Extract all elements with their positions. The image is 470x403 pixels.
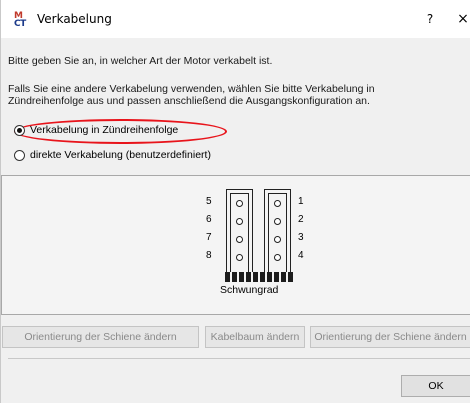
cylinder-label: 2 [298, 214, 304, 225]
cylinder-label: 6 [206, 214, 212, 225]
engine-diagram: 5 6 7 8 1 2 3 4 [206, 189, 304, 282]
wiring-dialog: M CT Verkabelung ? × Bitte geben Sie an,… [0, 0, 470, 403]
cylinder-bank-right [264, 189, 291, 278]
cylinder-6-icon [236, 218, 243, 225]
engine-diagram-panel: 5 6 7 8 1 2 3 4 Schwungrad [1, 175, 470, 315]
cylinder-bank-right-inner [268, 193, 287, 274]
change-harness-button[interactable]: Kabelbaum ändern [205, 326, 305, 348]
app-logo-icon: M CT [14, 12, 30, 29]
cylinder-8-icon [236, 254, 243, 261]
cylinder-label: 5 [206, 196, 212, 207]
intro-text: Bitte geben Sie an, in welcher Art der M… [8, 55, 273, 67]
cylinder-bank-left [226, 189, 253, 278]
cylinder-label: 7 [206, 232, 212, 243]
window-title: Verkabelung [37, 12, 112, 26]
app-logo-bottom: CT [14, 19, 26, 29]
cylinder-label: 3 [298, 232, 304, 243]
cylinder-bank-left-inner [230, 193, 249, 274]
cylinder-label: 1 [298, 196, 304, 207]
note-text-line2: Zündreihenfolge aus und passen anschließ… [8, 95, 370, 107]
radio-firing-order[interactable]: Verkabelung in Zündreihenfolge [14, 122, 178, 138]
close-button[interactable]: × [453, 8, 470, 30]
cylinder-label: 4 [298, 250, 304, 261]
dialog-content: Bitte geben Sie an, in welcher Art der M… [1, 38, 470, 403]
cylinder-7-icon [236, 236, 243, 243]
change-rail-orientation-left-button[interactable]: Orientierung der Schiene ändern [2, 326, 199, 348]
ok-button[interactable]: OK [401, 375, 470, 397]
help-button[interactable]: ? [418, 8, 442, 30]
radio-button-selected[interactable] [14, 124, 25, 136]
flywheel-label: Schwungrad [220, 284, 279, 296]
radio-firing-order-label[interactable]: Verkabelung in Zündreihenfolge [30, 124, 178, 136]
radio-direct-wiring-label[interactable]: direkte Verkabelung (benutzerdefiniert) [30, 149, 211, 161]
change-rail-orientation-right-button[interactable]: Orientierung der Schiene ändern [310, 326, 470, 348]
cylinder-4-icon [274, 254, 281, 261]
cylinder-2-icon [274, 218, 281, 225]
title-bar: M CT Verkabelung ? × [1, 0, 470, 38]
note-text-line1: Falls Sie eine andere Verkabelung verwen… [8, 83, 375, 95]
cylinder-3-icon [274, 236, 281, 243]
flywheel-icon [225, 272, 295, 282]
radio-button-unselected[interactable] [14, 149, 25, 161]
footer-divider [8, 358, 470, 359]
cylinder-label: 8 [206, 250, 212, 261]
cylinder-1-icon [274, 200, 281, 207]
cylinder-5-icon [236, 200, 243, 207]
radio-direct-wiring[interactable]: direkte Verkabelung (benutzerdefiniert) [14, 147, 211, 163]
